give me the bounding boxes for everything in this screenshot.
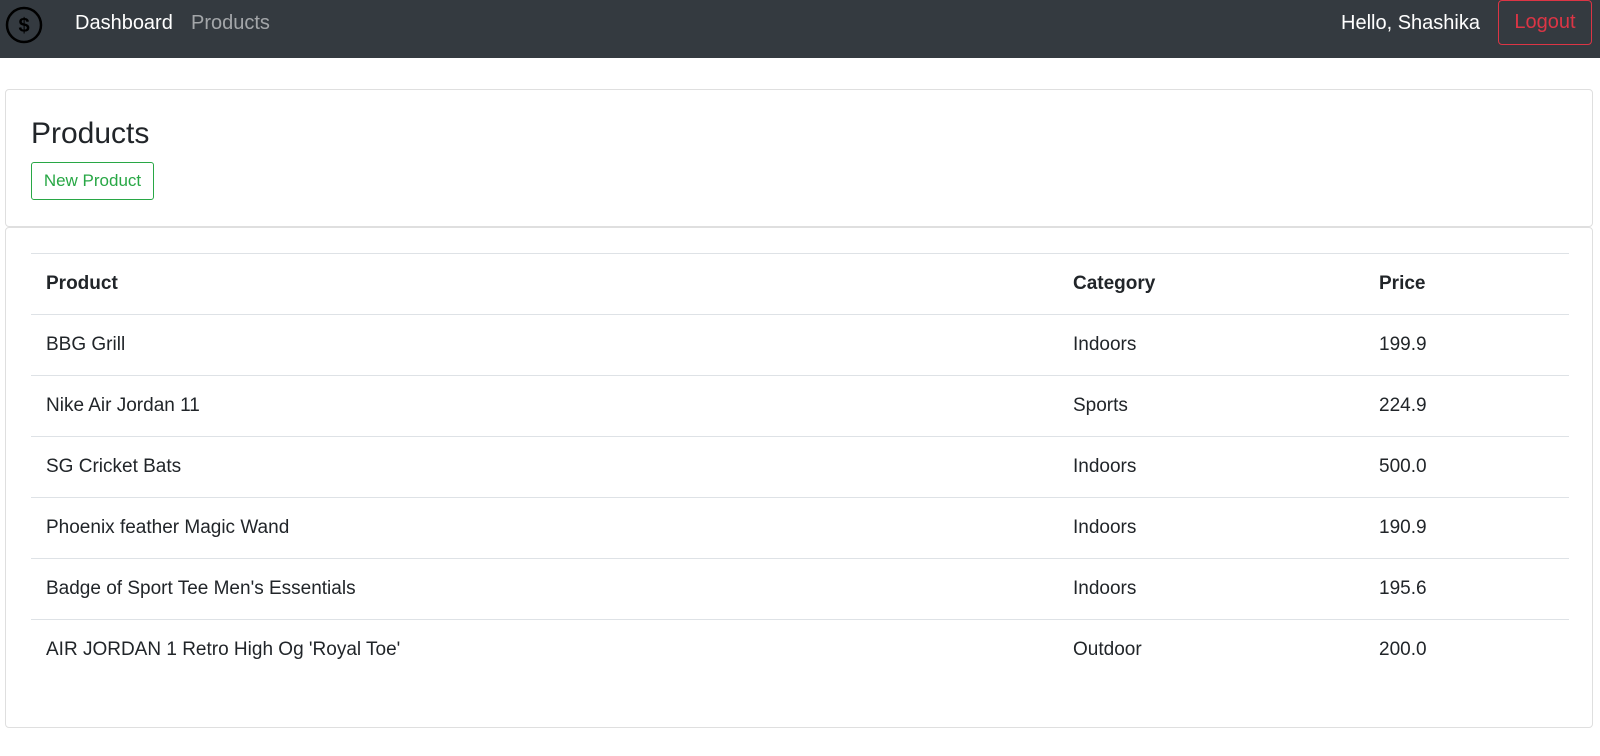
logout-button[interactable]: Logout — [1498, 0, 1592, 45]
price-cell: 190.9 — [1364, 497, 1569, 559]
product-name-cell: Phoenix feather Magic Wand — [31, 497, 1058, 559]
table-row[interactable]: Badge of Sport Tee Men's Essentials Indo… — [31, 558, 1569, 620]
category-cell: Sports — [1058, 375, 1364, 437]
table-row[interactable]: BBG Grill Indoors 199.9 — [31, 314, 1569, 376]
product-name-cell: Nike Air Jordan 11 — [31, 375, 1058, 437]
category-cell: Indoors — [1058, 314, 1364, 376]
table-row[interactable]: Nike Air Jordan 11 Sports 224.9 — [31, 375, 1569, 437]
product-name-cell: AIR JORDAN 1 Retro High Og 'Royal Toe' — [31, 619, 1058, 681]
category-cell: Indoors — [1058, 436, 1364, 498]
price-cell: 195.6 — [1364, 558, 1569, 620]
nav-link-products[interactable]: Products — [191, 11, 270, 35]
table-header-row: Product Category Price — [31, 253, 1569, 315]
products-table-card: Product Category Price BBG Grill Indoors… — [5, 227, 1593, 728]
svg-text:$: $ — [18, 15, 29, 37]
column-header-price: Price — [1364, 253, 1569, 315]
category-cell: Outdoor — [1058, 619, 1364, 681]
column-header-product: Product — [31, 253, 1058, 315]
table-row[interactable]: Phoenix feather Magic Wand Indoors 190.9 — [31, 497, 1569, 559]
nav-link-dashboard[interactable]: Dashboard — [75, 11, 173, 35]
product-name-cell: BBG Grill — [31, 314, 1058, 376]
price-cell: 500.0 — [1364, 436, 1569, 498]
product-name-cell: Badge of Sport Tee Men's Essentials — [31, 558, 1058, 620]
price-cell: 199.9 — [1364, 314, 1569, 376]
product-name-cell: SG Cricket Bats — [31, 436, 1058, 498]
new-product-button[interactable]: New Product — [31, 162, 154, 200]
products-table: Product Category Price BBG Grill Indoors… — [31, 253, 1569, 681]
price-cell: 200.0 — [1364, 619, 1569, 681]
page-title: Products — [31, 117, 150, 150]
table-row[interactable]: AIR JORDAN 1 Retro High Og 'Royal Toe' O… — [31, 619, 1569, 681]
category-cell: Indoors — [1058, 558, 1364, 620]
user-greeting: Hello, Shashika — [1341, 12, 1480, 34]
table-row[interactable]: SG Cricket Bats Indoors 500.0 — [31, 436, 1569, 498]
category-cell: Indoors — [1058, 497, 1364, 559]
column-header-category: Category — [1058, 253, 1364, 315]
page-header-card: Products New Product — [5, 89, 1593, 227]
dollar-circle-icon[interactable]: $ — [4, 5, 44, 45]
price-cell: 224.9 — [1364, 375, 1569, 437]
top-navbar: $ Dashboard Products Hello, Shashika Log… — [0, 0, 1600, 58]
